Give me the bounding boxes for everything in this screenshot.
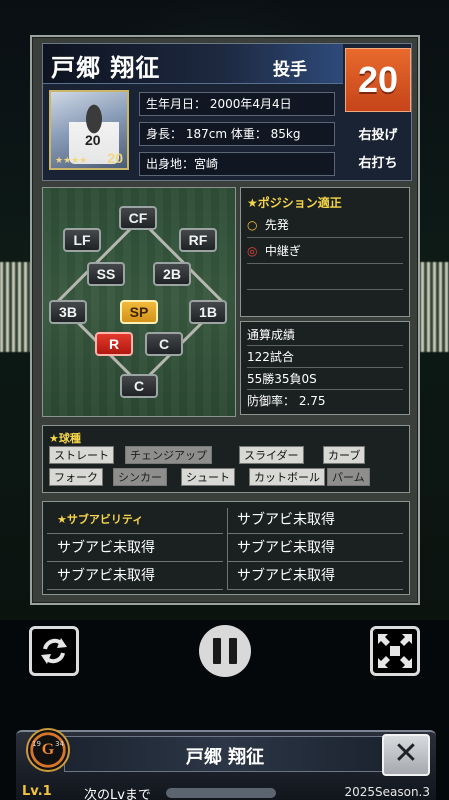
bottom-player-bar: 戸郷 翔征 G 19 34 ✕ Lv.1 次のLvまで 2025Season.3 (16, 728, 436, 800)
aptitude-row-reliever: ◎ 中継ぎ (247, 238, 403, 264)
aptitude-row-starter: ○ 先発 (247, 212, 403, 238)
pitch-tag: カットボール (249, 468, 325, 486)
close-button[interactable]: ✕ (382, 734, 430, 776)
refresh-button[interactable] (29, 626, 79, 676)
sub-ability-cell: サブアビ未取得 (47, 562, 223, 590)
sub-ability-title: ★サブアビリティ (47, 506, 223, 534)
uniform-number-box: 20 (345, 48, 411, 112)
player-card: 戸郷 翔征 投手 20 右投げ 右打ち 20 ★★★★ 20 生年月日： 200… (30, 35, 420, 605)
position-2b[interactable]: 2B (153, 262, 191, 286)
pause-button[interactable] (199, 625, 251, 677)
sub-ability-cell: サブアビ未取得 (227, 562, 403, 590)
career-record: 55勝35負0S (247, 368, 403, 390)
pitch-tag: カーブ (323, 446, 366, 464)
aptitude-title: ★ポジション適正 (247, 196, 342, 210)
pitch-tag: パーム (327, 468, 370, 486)
position-c[interactable]: C (120, 374, 158, 398)
player-level: Lv.1 (22, 784, 52, 799)
career-title: 通算成績 (247, 324, 403, 346)
bottom-player-name: 戸郷 翔征 (185, 747, 265, 768)
position-3b[interactable]: 3B (49, 300, 87, 324)
team-logo-letter: G (41, 741, 55, 758)
position-r[interactable]: R (95, 332, 133, 356)
position-field: CF LF RF SS 2B 3B SP 1B R C C (42, 187, 236, 417)
career-stats-panel: 通算成績 122試合 55勝35負0S 防御率： 2.75 (240, 321, 410, 415)
pitch-tag: フォーク (49, 468, 103, 486)
position-rf[interactable]: RF (179, 228, 217, 252)
pitch-tag: ストレート (49, 446, 114, 464)
position-ss[interactable]: SS (87, 262, 125, 286)
portrait-corner-number: 20 (107, 150, 123, 166)
pitch-types-panel: ★球種 ストレート チェンジアップ スライダー カーブ フォーク シンカー シュ… (42, 425, 410, 493)
pitch-tag: シンカー (113, 468, 167, 486)
position-sp[interactable]: SP (120, 300, 158, 324)
portrait-stars: ★★★★ (55, 156, 88, 166)
pitch-tag: チェンジアップ (125, 446, 212, 464)
aptitude-label: 中継ぎ (264, 244, 301, 258)
position-1b[interactable]: 1B (189, 300, 227, 324)
career-games: 122試合 (247, 346, 403, 368)
collapse-icon (378, 634, 412, 668)
name-bar: 戸郷 翔征 投手 (43, 44, 343, 84)
player-position: 投手 (273, 60, 307, 80)
next-level-label: 次のLvまで (84, 788, 151, 800)
player-name: 戸郷 翔征 (51, 54, 161, 82)
sub-ability-cell: サブアビ未取得 (227, 534, 403, 562)
hometown-row: 出身地：宮崎 (139, 152, 335, 176)
pitch-tag: スライダー (239, 446, 304, 464)
exp-progress-bar (166, 788, 276, 798)
career-era: 防御率： 2.75 (247, 394, 326, 408)
season-label: 2025Season.3 (344, 785, 430, 799)
pause-icon (213, 638, 221, 664)
pitch-title: ★球種 (49, 432, 81, 445)
sub-ability-divider (227, 508, 228, 590)
birthday-row: 生年月日： 2000年4月4日 (139, 92, 335, 116)
aptitude-label: 先発 (264, 218, 289, 232)
aptitude-row-empty (247, 264, 403, 290)
player-header: 戸郷 翔征 投手 20 右投げ 右打ち 20 ★★★★ 20 生年月日： 200… (42, 43, 412, 181)
sub-ability-cell: サブアビ未取得 (47, 534, 223, 562)
batting-hand: 右打ち (358, 156, 398, 171)
height-weight-row: 身長： 187cm 体重： 85kg (139, 122, 335, 146)
position-lf[interactable]: LF (63, 228, 101, 252)
portrait-jersey-number: 20 (85, 132, 101, 148)
position-aptitude-panel: ★ポジション適正 ○ 先発 ◎ 中継ぎ (240, 187, 410, 317)
sub-ability-cell: サブアビ未取得 (227, 506, 403, 534)
team-logo-year-right: 34 (55, 740, 64, 748)
position-c-mid[interactable]: C (145, 332, 183, 356)
pause-icon (229, 638, 237, 664)
team-logo-year-left: 19 (32, 740, 41, 748)
team-logo: G 19 34 (26, 728, 70, 772)
aptitude-mark-double-circle: ◎ (247, 244, 258, 258)
refresh-icon (41, 638, 67, 664)
pitch-tag: シュート (181, 468, 235, 486)
fullscreen-toggle-button[interactable] (370, 626, 420, 676)
player-portrait: 20 ★★★★ 20 (49, 90, 129, 170)
bottom-name-strip: 戸郷 翔征 (64, 736, 384, 772)
uniform-number: 20 (357, 59, 399, 100)
throwing-hand: 右投げ (358, 128, 398, 143)
position-cf[interactable]: CF (119, 206, 157, 230)
aptitude-mark-circle: ○ (247, 218, 258, 232)
sub-ability-panel: ★サブアビリティ サブアビ未取得 サブアビ未取得 サブアビ未取得 サブアビ未取得… (42, 501, 410, 595)
